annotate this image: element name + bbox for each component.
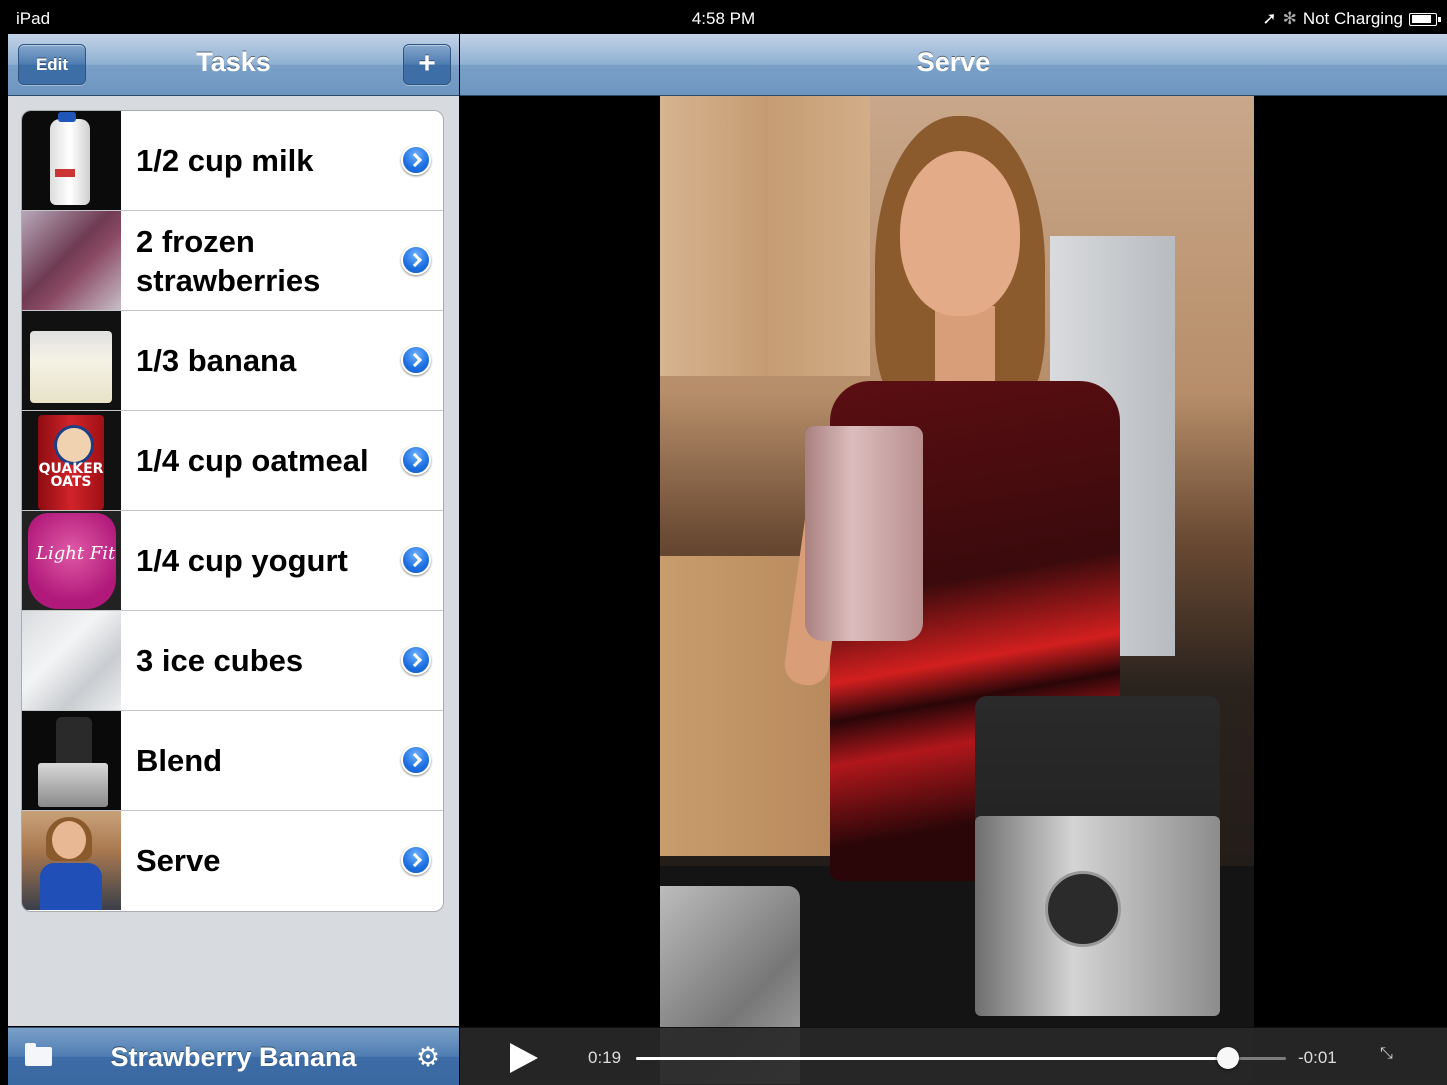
oats-thumbnail: QUAKER OATS <box>22 411 121 510</box>
scrubber-track[interactable] <box>636 1047 1286 1069</box>
disclosure-button[interactable] <box>401 445 431 475</box>
video-player[interactable] <box>460 96 1447 1084</box>
task-row-ice[interactable]: 3 ice cubes <box>22 611 443 711</box>
ice-thumbnail <box>22 611 121 710</box>
scrubber-knob[interactable] <box>1216 1047 1239 1069</box>
charging-status: Not Charging <box>1302 9 1403 28</box>
tasks-nav-bar: Edit Tasks + <box>8 34 459 96</box>
current-time: 0:19 <box>588 1048 622 1067</box>
task-label: 1/4 cup oatmeal <box>136 443 369 478</box>
expand-icon[interactable]: ⤡ <box>1380 1045 1406 1071</box>
disclosure-button[interactable] <box>401 245 431 275</box>
tasks-title: Tasks <box>196 47 271 77</box>
list-name: Strawberry Banana <box>110 1042 357 1072</box>
detail-nav-bar: Serve <box>460 34 1447 96</box>
task-list: 1/2 cup milk 2 frozen strawberries 1/3 b… <box>21 110 444 912</box>
status-right: ➚ ✻ Not Charging <box>1262 9 1441 29</box>
gear-icon[interactable]: ⚙ <box>414 1043 442 1071</box>
scrubber-fill <box>636 1057 1228 1060</box>
task-label: 3 ice cubes <box>136 643 304 678</box>
video-controls: 0:19 -0:01 ⤡ <box>460 1027 1447 1085</box>
yogurt-brand-text: Light Fit <box>36 543 116 564</box>
blender-thumbnail <box>22 711 121 810</box>
disclosure-button[interactable] <box>401 545 431 575</box>
play-icon[interactable] <box>510 1043 538 1073</box>
task-label: 2 frozen strawberries <box>136 223 321 298</box>
disclosure-button[interactable] <box>401 845 431 875</box>
disclosure-button[interactable] <box>401 745 431 775</box>
strawberry-thumbnail <box>22 211 121 310</box>
detail-title: Serve <box>916 47 991 77</box>
disclosure-button[interactable] <box>401 645 431 675</box>
task-label: 1/3 banana <box>136 343 297 378</box>
task-row-blend[interactable]: Blend <box>22 711 443 811</box>
task-label: 1/4 cup yogurt <box>136 543 348 578</box>
clock: 4:58 PM <box>691 9 756 28</box>
task-label: Blend <box>136 743 223 778</box>
serve-thumbnail <box>22 811 121 910</box>
disclosure-button[interactable] <box>401 345 431 375</box>
milk-thumbnail <box>22 111 121 210</box>
battery-icon <box>1409 12 1441 26</box>
task-row-banana[interactable]: 1/3 banana <box>22 311 443 411</box>
add-task-button[interactable]: + <box>403 44 451 85</box>
task-row-milk[interactable]: 1/2 cup milk <box>22 111 443 211</box>
yogurt-thumbnail: Light Fit <box>22 511 121 610</box>
task-label: 1/2 cup milk <box>136 143 314 178</box>
video-frame <box>660 96 1254 1084</box>
status-bar: iPad 4:58 PM ➚ ✻ Not Charging <box>0 0 1447 34</box>
task-row-oatmeal[interactable]: QUAKER OATS 1/4 cup oatmeal <box>22 411 443 511</box>
task-label: Serve <box>136 843 221 878</box>
disclosure-button[interactable] <box>401 145 431 175</box>
tasks-panel: 1/2 cup milk 2 frozen strawberries 1/3 b… <box>8 96 459 1026</box>
location-arrow-icon: ➚ <box>1262 9 1277 28</box>
oats-brand-text: QUAKER OATS <box>38 461 104 490</box>
remaining-time: -0:01 <box>1298 1048 1337 1067</box>
task-row-yogurt[interactable]: Light Fit 1/4 cup yogurt <box>22 511 443 611</box>
bluetooth-icon: ✻ <box>1282 9 1297 28</box>
bottom-toolbar: Strawberry Banana ⚙ <box>8 1027 459 1085</box>
banana-thumbnail <box>22 311 121 410</box>
task-row-serve[interactable]: Serve <box>22 811 443 911</box>
task-row-strawberries[interactable]: 2 frozen strawberries <box>22 211 443 311</box>
